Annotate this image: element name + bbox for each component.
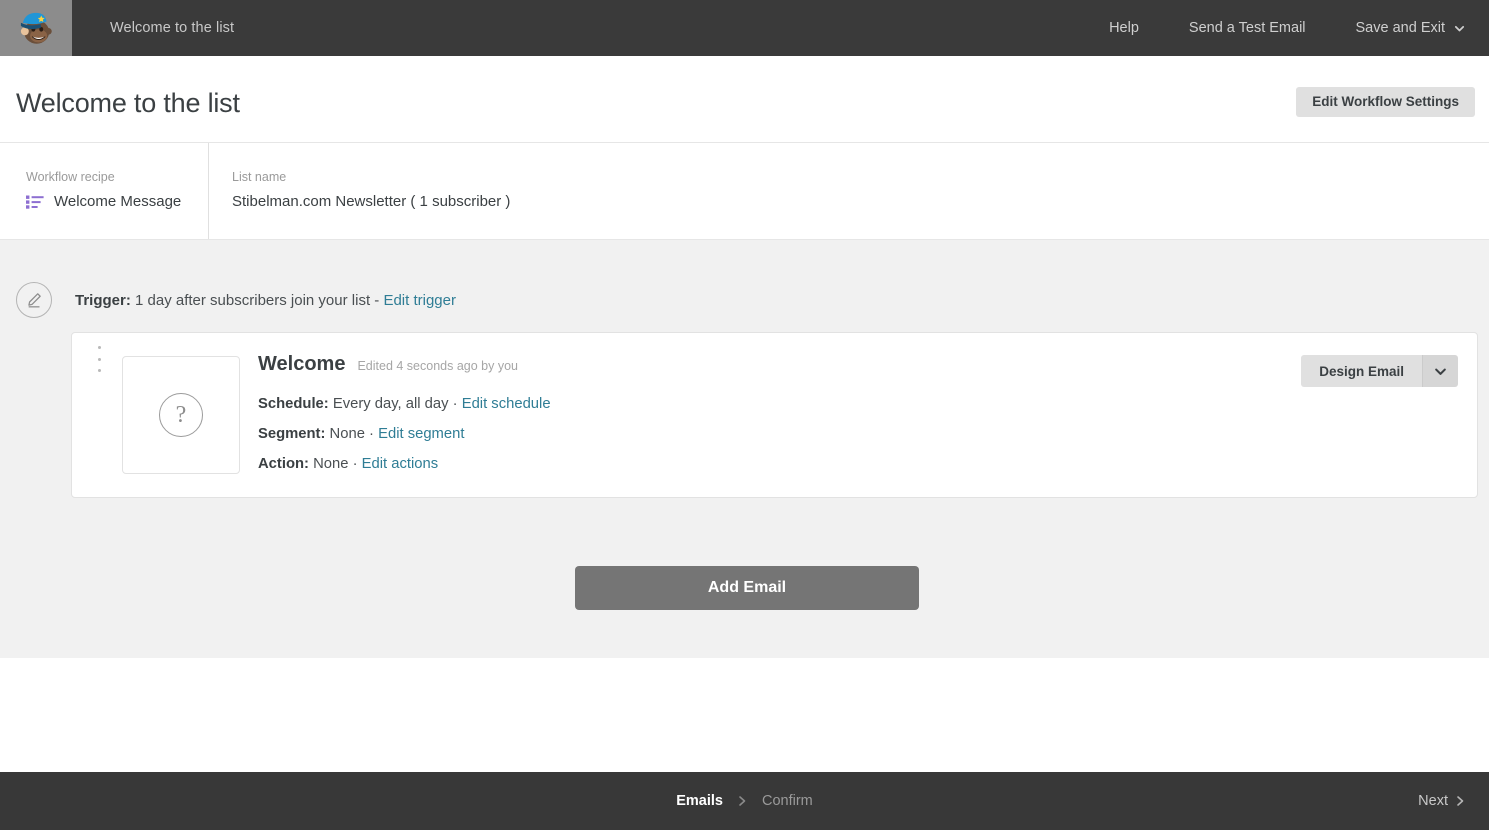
next-button-label: Next [1418,793,1448,809]
design-email-button[interactable]: Design Email [1301,355,1422,387]
email-edited-timestamp: Edited 4 seconds ago by you [357,359,518,373]
email-card-body: Welcome Edited 4 seconds ago by you Sche… [258,353,551,479]
workflow-canvas: Trigger: 1 day after subscribers join yo… [0,239,1489,658]
design-email-button-group: Design Email [1301,355,1458,387]
email-schedule-row: Schedule: Every day, all day · Edit sche… [258,389,551,419]
email-title: Welcome [258,353,346,375]
top-navigation-bar: Welcome to the list Help Send a Test Ema… [0,0,1489,56]
send-test-email-link[interactable]: Send a Test Email [1189,20,1306,36]
footer-step-breadcrumb: Emails Confirm [0,772,1489,830]
edit-trigger-link[interactable]: Edit trigger [383,292,456,309]
help-link[interactable]: Help [1109,20,1139,36]
list-name-cell: List name Stibelman.com Newsletter ( 1 s… [209,143,1489,239]
send-test-email-label: Send a Test Email [1188,20,1306,36]
save-and-exit-menu[interactable]: Save and Exit [1356,20,1465,36]
topbar-workflow-title: Welcome to the list [110,20,235,36]
list-name-label: List name [232,170,287,184]
drag-dot [97,357,101,361]
edit-actions-link[interactable]: Edit actions [362,456,439,472]
email-card-title-row: Welcome Edited 4 seconds ago by you [258,353,551,376]
workflow-recipe-value-row: Welcome Message [26,193,208,210]
pencil-icon [28,293,41,308]
email-segment-row: Segment: None · Edit segment [258,419,551,449]
next-button[interactable]: Next [1418,772,1465,830]
trigger-label: Trigger: [75,291,131,309]
page-title: Welcome to the list [16,88,240,118]
list-name-value-row: Stibelman.com Newsletter ( 1 subscriber … [232,193,1489,210]
workflow-recipe-label: Workflow recipe [26,170,115,184]
trigger-row: Trigger: 1 day after subscribers join yo… [16,282,456,318]
chevron-right-icon [739,796,746,806]
drag-dots-icon[interactable] [94,346,104,372]
email-thumbnail[interactable]: ? [122,356,240,474]
trigger-value: 1 day after subscribers join your list - [135,291,380,309]
add-email-button[interactable]: Add Email [575,566,919,610]
chevron-right-icon [1457,796,1464,806]
action-label: Action: [258,456,309,472]
drag-dot [97,369,101,372]
question-mark-icon: ? [159,393,203,437]
help-link-label: Help [1109,20,1139,36]
workflow-recipe-value: Welcome Message [54,193,182,210]
save-and-exit-label: Save and Exit [1355,20,1445,36]
email-meta: Schedule: Every day, all day · Edit sche… [258,389,551,479]
page-header: Welcome to the list Edit Workflow Settin… [0,56,1489,143]
workflow-info-row: Workflow recipe Welcome Message List nam… [0,143,1489,239]
trigger-text: Trigger: 1 day after subscribers join yo… [75,292,456,309]
chevron-down-icon [1435,368,1446,375]
step-emails[interactable]: Emails [676,793,723,809]
email-card: ? Welcome Edited 4 seconds ago by you Sc… [71,332,1478,498]
edit-schedule-link[interactable]: Edit schedule [462,396,551,412]
action-value: None · [313,456,358,472]
edit-segment-link[interactable]: Edit segment [378,426,464,442]
topbar-actions: Help Send a Test Email Save and Exit [1059,20,1489,36]
list-name-value: Stibelman.com Newsletter ( 1 subscriber … [232,193,511,210]
email-action-row: Action: None · Edit actions [258,449,551,479]
schedule-label: Schedule: [258,396,329,412]
segment-value: None · [329,426,374,442]
pencil-circle-icon[interactable] [16,282,52,318]
footer-bar: Emails Confirm Next [0,772,1489,830]
workflow-recipe-cell: Workflow recipe Welcome Message [0,143,209,239]
design-email-dropdown-button[interactable] [1422,355,1458,387]
schedule-value: Every day, all day · [332,396,458,412]
edit-workflow-settings-button[interactable]: Edit Workflow Settings [1296,87,1475,117]
chevron-down-icon [1454,25,1465,31]
step-confirm[interactable]: Confirm [762,793,813,809]
drag-dot [97,346,101,349]
mailchimp-freddie-logo-icon [20,12,52,44]
list-icon [26,195,44,209]
mailchimp-logo-button[interactable] [0,0,72,56]
segment-label: Segment: [258,426,326,442]
